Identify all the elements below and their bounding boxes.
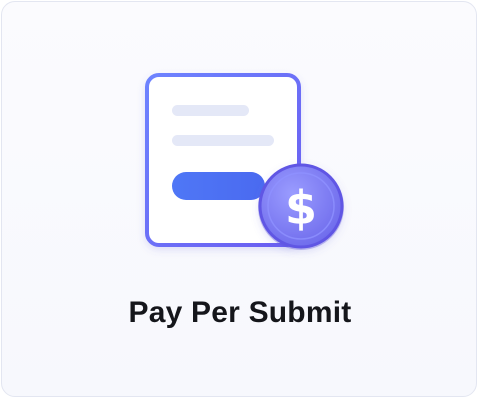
dollar-coin-icon: $ xyxy=(258,163,344,250)
card-title: Pay Per Submit xyxy=(128,296,352,329)
form-submit-bar xyxy=(172,172,265,200)
svg-text:$: $ xyxy=(285,181,317,235)
form-line-long xyxy=(172,135,274,146)
form-payment-illustration: $ xyxy=(145,73,344,250)
form-line-short xyxy=(172,105,249,116)
